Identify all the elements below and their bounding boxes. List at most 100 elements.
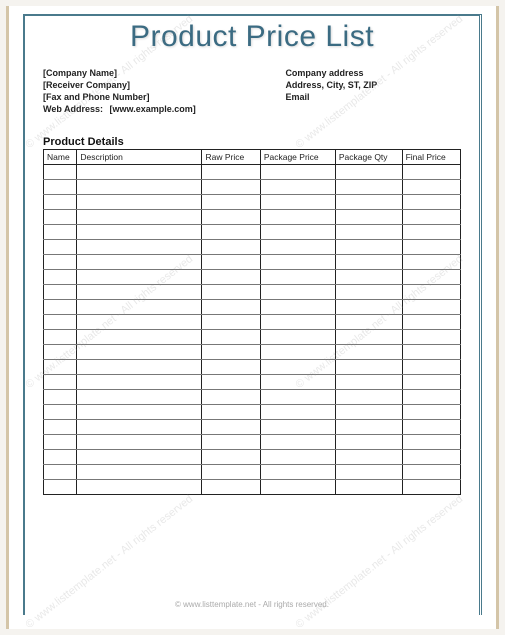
cell-package_qty <box>335 165 402 180</box>
cell-package_qty <box>335 465 402 480</box>
cell-raw_price <box>202 255 260 270</box>
cell-package_price <box>260 375 335 390</box>
cell-final_price <box>402 210 460 225</box>
cell-raw_price <box>202 210 260 225</box>
cell-final_price <box>402 345 460 360</box>
cell-package_qty <box>335 330 402 345</box>
col-header-raw-price: Raw Price <box>202 150 260 165</box>
cell-raw_price <box>202 435 260 450</box>
cell-raw_price <box>202 165 260 180</box>
table-row <box>44 165 461 180</box>
cell-package_qty <box>335 420 402 435</box>
cell-package_qty <box>335 480 402 495</box>
table-row <box>44 225 461 240</box>
cell-final_price <box>402 390 460 405</box>
cell-package_price <box>260 195 335 210</box>
cell-name <box>44 285 77 300</box>
cell-description <box>77 195 202 210</box>
cell-package_price <box>260 405 335 420</box>
cell-description <box>77 330 202 345</box>
cell-description <box>77 270 202 285</box>
table-row <box>44 420 461 435</box>
cell-raw_price <box>202 285 260 300</box>
cell-package_price <box>260 345 335 360</box>
cell-package_qty <box>335 435 402 450</box>
cell-description <box>77 255 202 270</box>
cell-name <box>44 375 77 390</box>
cell-package_price <box>260 330 335 345</box>
cell-name <box>44 465 77 480</box>
table-row <box>44 300 461 315</box>
table-row <box>44 180 461 195</box>
cell-package_qty <box>335 195 402 210</box>
cell-final_price <box>402 255 460 270</box>
cell-package_price <box>260 480 335 495</box>
cell-package_qty <box>335 270 402 285</box>
cell-raw_price <box>202 345 260 360</box>
cell-final_price <box>402 315 460 330</box>
cell-name <box>44 255 77 270</box>
cell-name <box>44 270 77 285</box>
cell-package_qty <box>335 300 402 315</box>
cell-raw_price <box>202 450 260 465</box>
cell-package_price <box>260 270 335 285</box>
cell-raw_price <box>202 180 260 195</box>
cell-package_qty <box>335 240 402 255</box>
col-header-name: Name <box>44 150 77 165</box>
cell-raw_price <box>202 390 260 405</box>
cell-raw_price <box>202 315 260 330</box>
table-row <box>44 375 461 390</box>
cell-name <box>44 195 77 210</box>
cell-raw_price <box>202 240 260 255</box>
cell-raw_price <box>202 270 260 285</box>
cell-package_price <box>260 450 335 465</box>
cell-package_qty <box>335 315 402 330</box>
cell-name <box>44 330 77 345</box>
cell-package_qty <box>335 225 402 240</box>
cell-name <box>44 165 77 180</box>
cell-package_qty <box>335 375 402 390</box>
cell-package_qty <box>335 450 402 465</box>
cell-package_price <box>260 225 335 240</box>
cell-package_price <box>260 315 335 330</box>
cell-description <box>77 435 202 450</box>
cell-name <box>44 420 77 435</box>
cell-final_price <box>402 270 460 285</box>
cell-description <box>77 285 202 300</box>
table-row <box>44 480 461 495</box>
cell-name <box>44 405 77 420</box>
cell-package_price <box>260 255 335 270</box>
cell-description <box>77 300 202 315</box>
cell-package_price <box>260 300 335 315</box>
cell-package_price <box>260 360 335 375</box>
cell-package_price <box>260 210 335 225</box>
cell-raw_price <box>202 300 260 315</box>
cell-description <box>77 165 202 180</box>
cell-final_price <box>402 285 460 300</box>
cell-description <box>77 180 202 195</box>
cell-package_price <box>260 240 335 255</box>
table-row <box>44 315 461 330</box>
cell-package_price <box>260 285 335 300</box>
cell-package_price <box>260 180 335 195</box>
cell-description <box>77 405 202 420</box>
table-row <box>44 390 461 405</box>
cell-package_price <box>260 165 335 180</box>
cell-description <box>77 450 202 465</box>
cell-package_qty <box>335 255 402 270</box>
table-row <box>44 240 461 255</box>
cell-raw_price <box>202 480 260 495</box>
watermark: © www.listtemplate.net - All rights rese… <box>293 493 465 631</box>
col-header-package-price: Package Price <box>260 150 335 165</box>
receiver-company: [Receiver Company] <box>43 80 285 90</box>
cell-description <box>77 225 202 240</box>
company-name: [Company Name] <box>43 68 285 78</box>
cell-description <box>77 480 202 495</box>
watermark: © www.listtemplate.net - All rights rese… <box>23 493 195 631</box>
cell-final_price <box>402 465 460 480</box>
cell-final_price <box>402 405 460 420</box>
table-row <box>44 270 461 285</box>
cell-raw_price <box>202 465 260 480</box>
cell-name <box>44 180 77 195</box>
footer-text: © www.listtemplate.net - All rights rese… <box>25 600 479 609</box>
